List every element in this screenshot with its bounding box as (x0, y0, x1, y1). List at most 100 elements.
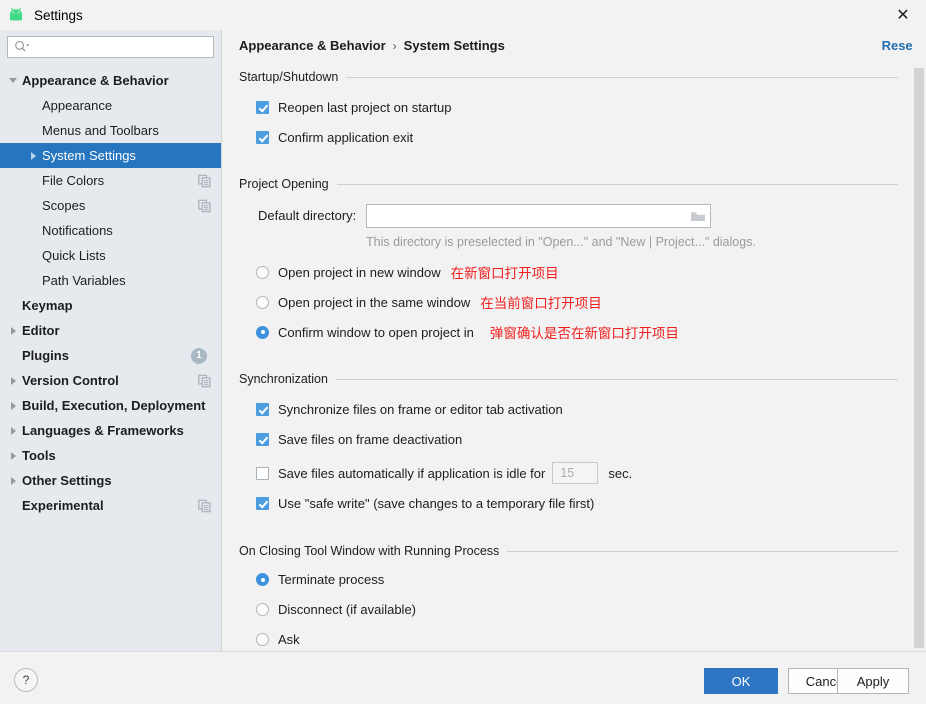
radio-label-project-opening-1: Open project in the same window (278, 294, 471, 310)
section-header-startup: Startup/Shutdown (239, 70, 898, 84)
radio-row-tool-window-0[interactable]: Terminate process (256, 572, 384, 587)
checkbox-row-autosave-idle[interactable]: Save files automatically if application … (256, 462, 632, 484)
radio-project-opening-0[interactable] (256, 265, 269, 279)
chevron-right-icon[interactable] (4, 401, 22, 410)
chevron-right-icon[interactable] (24, 151, 42, 160)
sidebar-item-path-variables[interactable]: Path Variables (0, 268, 221, 293)
copy-icon (198, 174, 211, 187)
section-header-tool-window: On Closing Tool Window with Running Proc… (239, 544, 898, 558)
breadcrumb-parent[interactable]: Appearance & Behavior (239, 38, 386, 53)
checkbox-row-reopen-last-project[interactable]: Reopen last project on startup (256, 100, 451, 115)
checkbox-row-safe-write[interactable]: Use "safe write" (save changes to a temp… (256, 496, 594, 511)
copy-icon (198, 374, 211, 387)
sidebar-item-appearance-behavior[interactable]: Appearance & Behavior (0, 68, 221, 93)
section-title-startup: Startup/Shutdown (239, 70, 339, 84)
chevron-down-icon[interactable] (4, 78, 22, 83)
sidebar-item-file-colors[interactable]: File Colors (0, 168, 221, 193)
radio-label-tool-window-1: Disconnect (if available) (278, 602, 417, 617)
checkbox-autosave-idle[interactable] (256, 466, 269, 480)
sidebar-item-scopes[interactable]: Scopes (0, 193, 221, 218)
twisty-glyph (10, 401, 16, 410)
sidebar-item-plugins[interactable]: Plugins 1 (0, 343, 221, 368)
sidebar-item-keymap[interactable]: Keymap (0, 293, 221, 318)
checkbox-row-confirm-app-exit[interactable]: Confirm application exit (256, 130, 413, 145)
radio-label-tool-window-2: Ask (278, 632, 300, 647)
chevron-right-icon[interactable] (4, 476, 22, 485)
folder-icon[interactable] (690, 210, 706, 223)
sidebar-item-label: Build, Execution, Deployment (22, 398, 206, 413)
sidebar-item-version-control[interactable]: Version Control (0, 368, 221, 393)
sidebar-item-editor[interactable]: Editor (0, 318, 221, 343)
radio-row-project-opening-2[interactable]: Confirm window to open project in 弹窗确认是否在… (256, 322, 679, 342)
checkbox-row-sync-files[interactable]: Synchronize files on frame or editor tab… (256, 402, 563, 417)
sidebar-item-label: Plugins (22, 348, 69, 363)
android-logo-icon (7, 7, 25, 23)
sidebar-item-label: Version Control (22, 373, 119, 388)
sidebar-item-label: Menus and Toolbars (42, 123, 159, 138)
checkbox-label-save-on-deactivation: Save files on frame deactivation (278, 432, 463, 447)
sidebar-item-tools[interactable]: Tools (0, 443, 221, 468)
annotation-project-opening-2: 弹窗确认是否在新窗口打开项目 (489, 326, 679, 342)
sidebar-item-label: File Colors (42, 173, 105, 188)
radio-row-tool-window-1[interactable]: Disconnect (if available) (256, 602, 416, 617)
default-directory-row: Default directory: (258, 208, 356, 223)
radio-tool-window-2[interactable] (256, 633, 269, 646)
checkbox-save-on-deactivation[interactable] (256, 433, 269, 446)
sidebar-search-wrapper (0, 30, 221, 58)
section-title-synchronization: Synchronization (239, 372, 328, 386)
annotation-project-opening-1: 在当前窗口打开项目 (480, 296, 602, 312)
sidebar-item-label: Tools (22, 448, 56, 463)
chevron-right-icon[interactable] (4, 326, 22, 335)
twisty-glyph (30, 151, 36, 160)
close-button[interactable]: ✕ (880, 0, 926, 30)
search-input[interactable] (7, 36, 214, 58)
help-button[interactable]: ? (14, 668, 38, 692)
checkbox-label-autosave-idle: Save files automatically if application … (278, 465, 546, 481)
sidebar-item-label: Scopes (42, 198, 86, 213)
checkbox-reopen-last-project[interactable] (256, 101, 269, 114)
sidebar-item-notifications[interactable]: Notifications (0, 218, 221, 243)
radio-row-project-opening-0[interactable]: Open project in new window 在新窗口打开项目 (256, 262, 559, 282)
seconds-unit-label: sec. (608, 465, 633, 481)
radio-project-opening-1[interactable] (256, 295, 269, 309)
chevron-right-icon[interactable] (4, 451, 22, 460)
checkbox-row-save-on-deactivation[interactable]: Save files on frame deactivation (256, 432, 462, 447)
radio-tool-window-1[interactable] (256, 603, 269, 616)
sidebar-item-label: Path Variables (42, 273, 126, 288)
checkbox-safe-write[interactable] (256, 497, 269, 510)
sidebar-item-menus-and-toolbars[interactable]: Menus and Toolbars (0, 118, 221, 143)
radio-project-opening-2[interactable] (256, 325, 269, 339)
sidebar-item-other-settings[interactable]: Other Settings (0, 468, 221, 493)
chevron-right-icon[interactable] (4, 426, 22, 435)
sidebar-item-appearance[interactable]: Appearance (0, 93, 221, 118)
checkbox-confirm-app-exit[interactable] (256, 131, 269, 144)
close-icon: ✕ (896, 5, 910, 24)
settings-content: Appearance & Behavior › System Settings … (222, 30, 926, 651)
sidebar-item-build-execution-deployment[interactable]: Build, Execution, Deployment (0, 393, 221, 418)
radio-row-project-opening-1[interactable]: Open project in the same window 在当前窗口打开项目 (256, 292, 602, 312)
ok-button[interactable]: OK (704, 668, 778, 694)
window-title: Settings (34, 7, 83, 23)
apply-button[interactable]: Apply (837, 668, 909, 694)
chevron-right-icon[interactable] (4, 376, 22, 385)
sidebar-item-label: Appearance (42, 98, 113, 113)
section-rule (346, 76, 898, 78)
default-directory-label: Default directory: (258, 208, 357, 223)
sidebar-item-label: Other Settings (22, 473, 112, 488)
sidebar-item-quick-lists[interactable]: Quick Lists (0, 243, 221, 268)
content-scrollbar-thumb[interactable] (914, 68, 924, 648)
radio-row-tool-window-2[interactable]: Ask (256, 632, 300, 647)
default-directory-field[interactable] (366, 204, 711, 228)
sidebar-item-languages-frameworks[interactable]: Languages & Frameworks (0, 418, 221, 443)
settings-tree: Appearance & Behavior Appearance Menus and… (0, 68, 221, 518)
sidebar-item-system-settings[interactable]: System Settings (0, 143, 221, 168)
title-bar: Settings ✕ (0, 0, 926, 30)
copy-icon (198, 199, 211, 212)
content-scrollbar[interactable] (912, 30, 926, 651)
idle-seconds-stepper[interactable]: 15 (552, 462, 599, 484)
checkbox-sync-files[interactable] (256, 403, 269, 416)
search-icon (14, 40, 30, 54)
sidebar-item-experimental[interactable]: Experimental (0, 493, 221, 518)
radio-tool-window-0[interactable] (256, 573, 269, 586)
section-rule (335, 378, 898, 380)
